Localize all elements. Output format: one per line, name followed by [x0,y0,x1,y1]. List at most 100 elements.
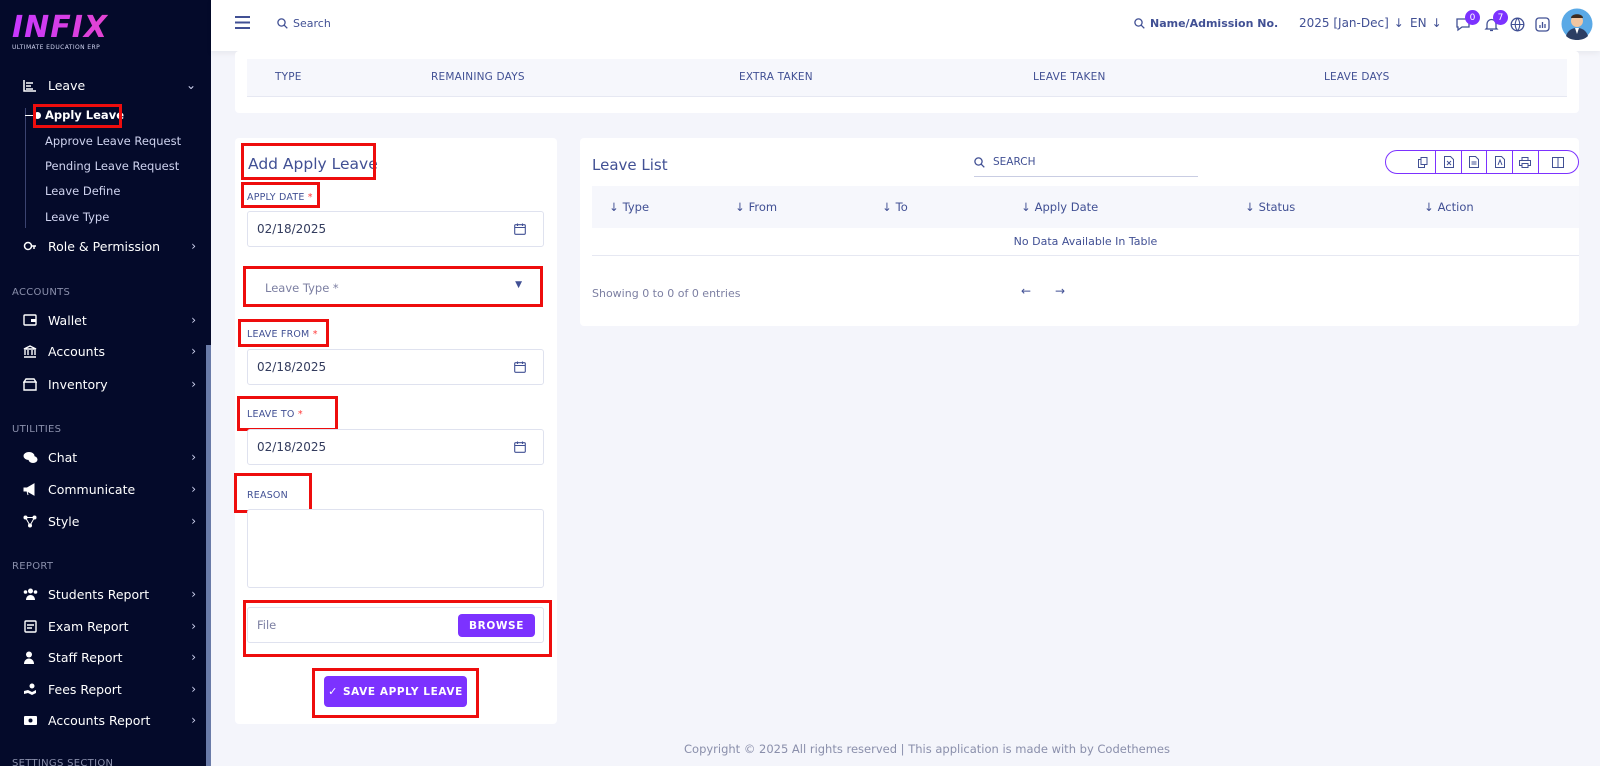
next-page-button[interactable]: → [1055,284,1065,298]
leave-to-value: 02/18/2025 [257,440,327,454]
calendar-icon [514,223,526,235]
sidebar-item-label: Role & Permission [48,238,161,254]
browse-button[interactable]: BROWSE [458,614,535,637]
chevron-down-icon: ⌄ [185,78,196,92]
staff-icon [20,650,40,664]
leave-to-field[interactable]: 02/18/2025 [247,429,544,465]
sidebar: INFIX ULTIMATE EDUCATION ERP Leave ⌄ App… [0,0,211,766]
excel-button[interactable] [1436,151,1462,173]
sidebar-item-label: Exam Report [48,618,129,634]
sidebar-item-communicate[interactable]: Communicate › [20,478,196,500]
sidebar-item-students-report[interactable]: Students Report › [20,583,196,605]
chevron-right-icon: › [191,239,196,253]
pdf-icon [1494,156,1505,168]
sidebar-subitem-leave-define[interactable]: Leave Define [45,184,120,198]
language-select[interactable]: EN ↓ [1410,16,1442,30]
print-button[interactable] [1513,151,1539,173]
sort-arrow-icon: ↓ [1021,200,1031,214]
col-status[interactable]: ↓ Status [1245,200,1295,214]
wallet-icon [20,313,40,327]
sidebar-item-style[interactable]: Style › [20,510,196,532]
sidebar-item-label: Style [48,513,80,529]
sidebar-item-label: Fees Report [48,681,122,697]
leave-to-label-text: LEAVE TO [247,409,295,420]
section-report: REPORT [12,561,54,572]
apply-date-field[interactable]: 02/18/2025 [247,211,544,247]
section-settings: SETTINGS SECTION [12,758,114,766]
sidebar-item-inventory[interactable]: Inventory › [20,373,196,395]
leave-from-label: LEAVE FROM * [247,329,318,340]
sidebar-subitem-leave-type[interactable]: Leave Type [45,210,109,224]
sidebar-subitem-approve-leave[interactable]: Approve Leave Request [45,134,181,148]
csv-button[interactable] [1462,151,1488,173]
sidebar-subitem-pending-leave[interactable]: Pending Leave Request [45,159,179,173]
sidebar-item-chat[interactable]: Chat › [20,446,196,468]
user-avatar-icon [1561,8,1593,40]
sidebar-subitem-apply-leave[interactable]: Apply Leave [45,108,124,122]
leave-type-select[interactable]: Leave Type * ▼ [247,271,544,305]
student-search[interactable]: Name/Admission No. [1134,17,1278,30]
hamburger-icon [235,16,250,29]
brand-name: INFIX [12,12,202,44]
columns-button[interactable] [1539,151,1578,173]
leave-list-search[interactable]: SEARCH [974,148,1198,177]
sidebar-scrollbar[interactable] [206,345,211,766]
col-action[interactable]: ↓ Action [1424,200,1474,214]
copy-button[interactable] [1411,151,1437,173]
section-utilities: UTILITIES [12,424,62,435]
empty-row: No Data Available In Table [592,228,1579,256]
users-icon [20,587,40,601]
sidebar-item-accounts[interactable]: Accounts › [20,340,196,362]
search-placeholder: SEARCH [993,156,1036,168]
menu-toggle[interactable] [235,16,250,29]
save-apply-leave-button[interactable]: ✓ SAVE APPLY LEAVE [324,676,467,707]
sidebar-item-label: Inventory [48,376,108,392]
chevron-right-icon: › [191,344,196,358]
sidebar-item-exam-report[interactable]: Exam Report › [20,615,196,637]
col-from[interactable]: ↓ From [735,200,777,214]
sidebar-item-leave[interactable]: Leave ⌄ [20,74,196,96]
chevron-right-icon: › [191,514,196,528]
arrow-down-icon: ↓ [1431,16,1442,30]
reason-textarea[interactable] [247,509,544,588]
col-status-label: Status [1258,200,1296,214]
avatar[interactable] [1561,8,1593,40]
col-type[interactable]: ↓ Type [609,200,649,214]
sidebar-item-label: Communicate [48,481,136,497]
submenu-active-dash [25,115,34,116]
prev-page-button[interactable]: ← [1021,284,1031,298]
sidebar-item-staff-report[interactable]: Staff Report › [20,646,196,668]
search-icon [1134,18,1145,29]
submenu-line [25,108,26,228]
money-icon [20,713,40,727]
sidebar-item-label: Chat [48,449,78,465]
website-button[interactable] [1510,17,1525,32]
arrow-right-icon: → [1055,284,1066,298]
sidebar-item-fees-report[interactable]: Fees Report › [20,678,196,700]
leave-from-field[interactable]: 02/18/2025 [247,349,544,385]
globe-icon [1510,17,1525,32]
sort-arrow-icon: ↓ [882,200,892,214]
global-search[interactable]: Search [277,17,331,30]
brand-logo[interactable]: INFIX ULTIMATE EDUCATION ERP [12,12,202,56]
chevron-right-icon: › [191,619,196,633]
toolbar-spacer [1386,151,1411,173]
chevron-right-icon: › [191,450,196,464]
session-select[interactable]: 2025 [Jan-Dec] ↓ [1299,16,1404,30]
empty-text: No Data Available In Table [1013,235,1158,248]
columns-icon [1552,156,1565,168]
search-icon [974,156,985,168]
col-apply-date[interactable]: ↓ Apply Date [1021,200,1098,214]
col-to[interactable]: ↓ To [882,200,908,214]
dashboard-button[interactable] [1535,17,1550,32]
sidebar-item-role-permission[interactable]: Role & Permission › [20,235,196,257]
student-search-placeholder: Name/Admission No. [1150,17,1279,30]
sidebar-item-accounts-report[interactable]: Accounts Report › [20,709,196,731]
sidebar-item-wallet[interactable]: Wallet › [20,309,196,331]
save-button-label: SAVE APPLY LEAVE [342,685,463,698]
pdf-button[interactable] [1487,151,1514,173]
arrow-left-icon: ← [1021,284,1032,298]
calendar-icon [514,361,526,373]
chevron-right-icon: › [191,482,196,496]
leave-type-placeholder: Leave Type * [265,281,339,295]
